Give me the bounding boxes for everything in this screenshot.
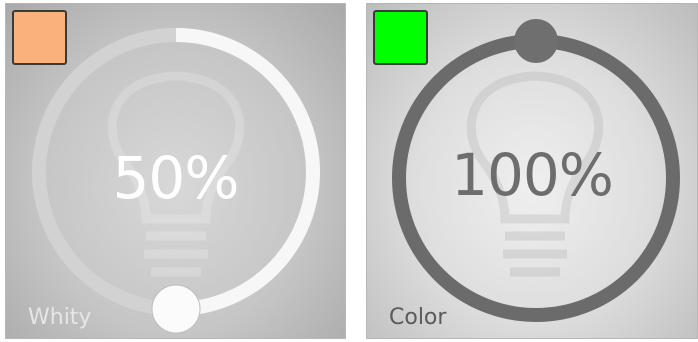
dial-knob[interactable] <box>514 19 558 63</box>
brightness-value: 50% <box>112 144 240 212</box>
brightness-value: 100% <box>451 141 614 209</box>
mode-label: Whity <box>28 305 92 330</box>
light-tile-whity[interactable]: 50% Whity <box>5 3 346 339</box>
dial-knob[interactable] <box>151 284 201 334</box>
light-tile-color[interactable]: 100% Color <box>366 3 698 339</box>
mode-label: Color <box>389 305 447 330</box>
